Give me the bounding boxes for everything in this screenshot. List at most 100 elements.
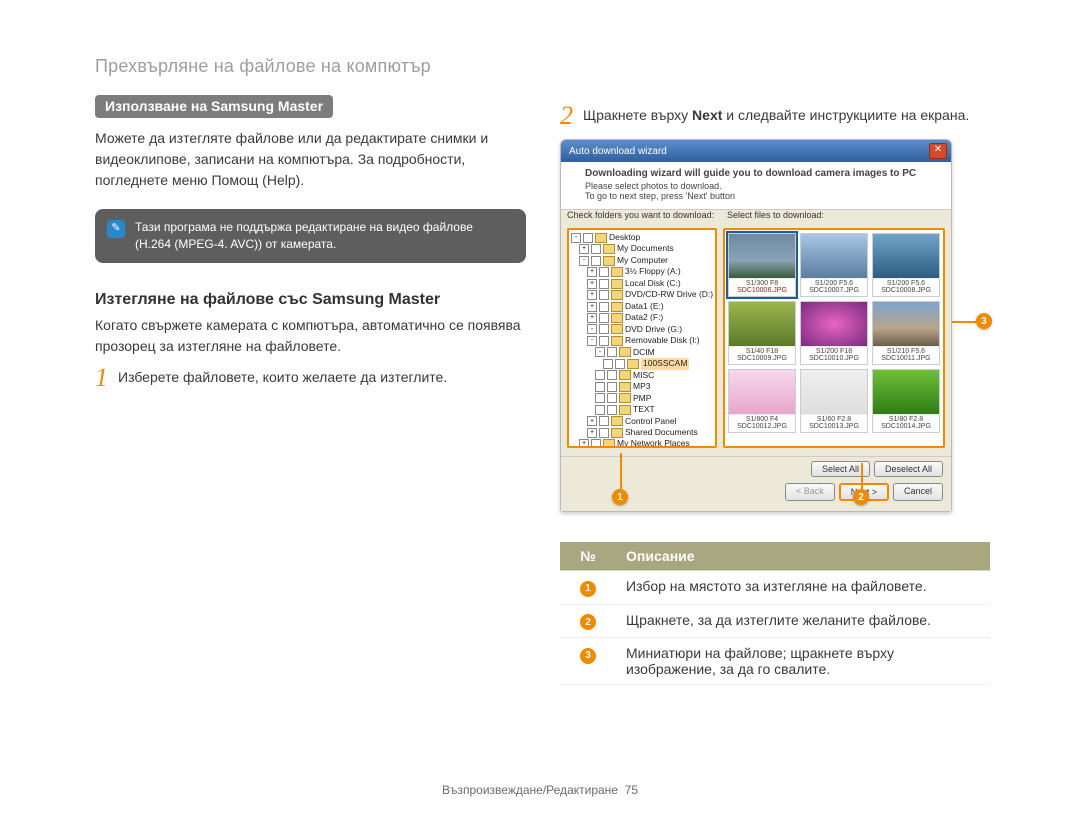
expand-icon[interactable]: + (587, 416, 597, 426)
tree-item[interactable]: -DVD Drive (G:) (571, 324, 713, 335)
expand-icon[interactable]: - (571, 233, 581, 243)
expand-icon[interactable]: + (579, 439, 589, 448)
checkbox-icon[interactable] (615, 359, 625, 369)
tree-item[interactable]: + DVD/CD-RW Drive (D:) (571, 289, 713, 300)
deselect-all-button[interactable]: Deselect All (874, 461, 943, 477)
thumbnail[interactable]: S1/80 F2.8SDC10014.JPG (872, 369, 940, 433)
expand-icon[interactable]: + (587, 290, 597, 300)
expand-icon[interactable] (595, 382, 605, 392)
expand-icon[interactable] (595, 370, 605, 380)
tree-item[interactable]: MISC (571, 370, 713, 381)
row-number-badge: 2 (580, 614, 596, 630)
thumbnail[interactable]: S1/60 F2.8SDC10013.JPG (800, 369, 868, 433)
tree-item[interactable]: +My Documents (571, 243, 713, 254)
close-icon[interactable]: ✕ (929, 143, 947, 159)
tree-item[interactable]: +Control Panel (571, 416, 713, 427)
folder-icon (619, 382, 631, 392)
tree-item-label: DCIM (633, 347, 655, 358)
checkbox-icon[interactable] (599, 290, 609, 300)
expand-icon[interactable]: + (587, 279, 597, 289)
checkbox-icon[interactable] (591, 256, 601, 266)
thumbnail-meta: S1/800 F4SDC10012.JPG (729, 415, 795, 432)
thumbnail[interactable]: S1/200 F18SDC10010.JPG (800, 301, 868, 365)
callout-lead (620, 453, 622, 489)
expand-icon[interactable]: + (587, 428, 597, 438)
tree-item[interactable]: +3½ Floppy (A:) (571, 266, 713, 277)
tree-item[interactable]: + Local Disk (C:) (571, 278, 713, 289)
tree-item[interactable]: + Data1 (E:) (571, 301, 713, 312)
expand-icon[interactable]: + (579, 244, 589, 254)
thumbnail[interactable]: S1/800 F4SDC10012.JPG (728, 369, 796, 433)
step-number: 2 (560, 103, 573, 129)
expand-icon[interactable] (595, 405, 605, 415)
expand-icon[interactable]: - (595, 347, 605, 357)
tree-item[interactable]: -Removable Disk (I:) (571, 335, 713, 346)
thumbnail-meta: S1/200 F18SDC10010.JPG (801, 347, 867, 364)
tree-item[interactable]: 100SSCAM (571, 358, 713, 369)
folder-icon (611, 336, 623, 346)
callout-2: 2 (853, 489, 869, 505)
tree-item[interactable]: PMP (571, 393, 713, 404)
thumbnail[interactable]: S1/200 F5.6SDC10008.JPG (872, 233, 940, 297)
checkbox-icon[interactable] (599, 416, 609, 426)
step-text: Щракнете върху Next и следвайте инструкц… (583, 105, 969, 126)
tree-item[interactable]: -My Computer (571, 255, 713, 266)
folder-icon (611, 267, 623, 277)
checkbox-icon[interactable] (607, 382, 617, 392)
tree-item[interactable]: + Data2 (F:) (571, 312, 713, 323)
expand-icon[interactable] (595, 393, 605, 403)
tree-item[interactable]: TEXT (571, 404, 713, 415)
tree-item-label: 100SSCAM (641, 358, 689, 369)
checkbox-icon[interactable] (583, 233, 593, 243)
checkbox-icon[interactable] (591, 244, 601, 254)
checkbox-icon[interactable] (591, 439, 601, 448)
checkbox-icon[interactable] (599, 267, 609, 277)
checkbox-icon[interactable] (599, 336, 609, 346)
tree-item[interactable]: MP3 (571, 381, 713, 392)
folder-tree[interactable]: -Desktop+My Documents-My Computer+3½ Flo… (567, 228, 717, 448)
checkbox-icon[interactable] (599, 302, 609, 312)
tree-item[interactable]: + My Network Places (571, 438, 713, 448)
folder-icon (619, 393, 631, 403)
tree-item-label: Data2 (F:) (625, 312, 663, 323)
expand-icon[interactable]: + (587, 267, 597, 277)
checkbox-icon[interactable] (607, 405, 617, 415)
tree-item[interactable]: - Desktop (571, 232, 713, 243)
checkbox-icon[interactable] (599, 428, 609, 438)
thumbnail-image (729, 234, 795, 279)
thumbnail[interactable]: S1/40 F18SDC10009.JPG (728, 301, 796, 365)
thumbnail-image (801, 302, 867, 347)
tree-item-label: Local Disk (C:) (625, 278, 681, 289)
checkbox-icon[interactable] (599, 279, 609, 289)
tree-item[interactable]: +Shared Documents (571, 427, 713, 438)
folder-icon (611, 290, 623, 300)
checkbox-icon[interactable] (607, 347, 617, 357)
thumbnail[interactable]: S1/200 F5.6SDC10007.JPG (800, 233, 868, 297)
tree-item-label: Data1 (E:) (625, 301, 664, 312)
expand-icon[interactable]: - (587, 336, 597, 346)
thumbnail-image (873, 302, 939, 347)
expand-icon[interactable]: - (579, 256, 589, 266)
checkbox-icon[interactable] (607, 393, 617, 403)
callout-3: 3 (976, 313, 992, 329)
row-description: Миниатюри на файлове; щракнете върху изо… (616, 638, 990, 685)
checkbox-icon[interactable] (599, 324, 609, 334)
folder-icon (611, 279, 623, 289)
cancel-button[interactable]: Cancel (893, 483, 943, 501)
thumbnail-meta: S1/210 F5.6SDC10011.JPG (873, 347, 939, 364)
thumbnail-grid[interactable]: S1/300 F8SDC10006.JPGS1/200 F5.6SDC10007… (723, 228, 945, 448)
thumbnail[interactable]: S1/210 F5.6SDC10011.JPG (872, 301, 940, 365)
checkbox-icon[interactable] (599, 313, 609, 323)
expand-icon[interactable]: + (587, 313, 597, 323)
back-button[interactable]: < Back (785, 483, 835, 501)
tree-item-label: My Network Places (617, 438, 690, 448)
tree-item[interactable]: - DCIM (571, 347, 713, 358)
expand-icon[interactable]: - (587, 324, 597, 334)
tree-item-label: Desktop (609, 232, 640, 243)
checkbox-icon[interactable] (607, 370, 617, 380)
expand-icon[interactable] (603, 359, 613, 369)
tree-item-label: 3½ Floppy (A:) (625, 266, 681, 277)
thumbnail[interactable]: S1/300 F8SDC10006.JPG (728, 233, 796, 297)
tree-item-label: DVD/CD-RW Drive (D:) (625, 289, 713, 300)
expand-icon[interactable]: + (587, 302, 597, 312)
